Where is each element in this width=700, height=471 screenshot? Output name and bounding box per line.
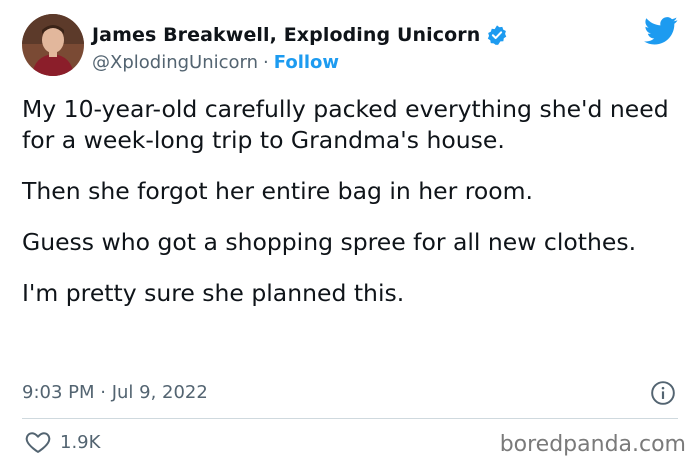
follow-button[interactable]: Follow: [274, 52, 339, 73]
tweet-paragraph: I'm pretty sure she planned this.: [22, 279, 405, 307]
watermark: boredpanda.com: [499, 432, 686, 457]
tweet-timestamp[interactable]: 9:03 PM · Jul 9, 2022: [22, 382, 208, 403]
tweet-paragraph: My 10-year-old carefully packed everythi…: [22, 95, 669, 154]
handle-separator: ·: [263, 51, 269, 73]
verified-badge-icon: [488, 25, 507, 46]
author-handle-row: @XplodingUnicorn · Follow: [92, 50, 339, 74]
avatar-image: [22, 14, 84, 76]
tweet-body: My 10-year-old carefully packed everythi…: [22, 94, 682, 329]
avatar[interactable]: [22, 14, 84, 76]
tweet-paragraph: Then she forgot her entire bag in her ro…: [22, 177, 534, 205]
twitter-bird-icon[interactable]: [644, 16, 678, 46]
info-icon[interactable]: [650, 380, 676, 406]
divider: [22, 418, 678, 419]
author-name-row: James Breakwell, Exploding Unicorn: [92, 22, 508, 48]
author-name[interactable]: James Breakwell, Exploding Unicorn: [92, 24, 480, 46]
tweet-paragraph: Guess who got a shopping spree for all n…: [22, 228, 637, 256]
like-count: 1.9K: [60, 431, 101, 453]
author-handle[interactable]: @XplodingUnicorn: [92, 52, 258, 73]
like-button[interactable]: 1.9K: [24, 428, 100, 456]
heart-icon: [25, 432, 51, 453]
